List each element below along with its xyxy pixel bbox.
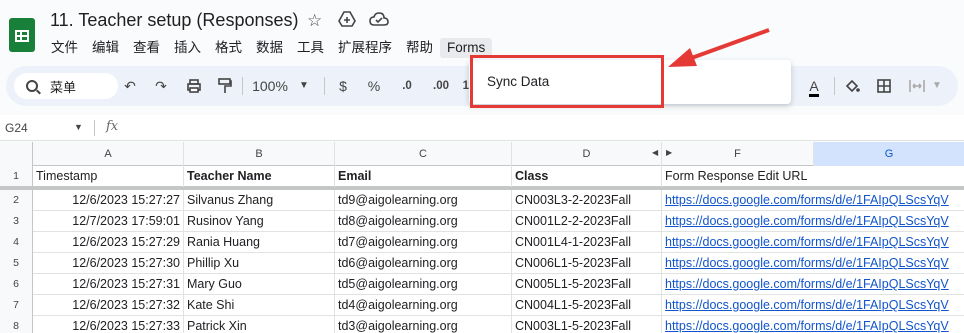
- annotation-arrow: [668, 28, 770, 67]
- sheets-window: 11. Teacher setup (Responses) ☆ 文件 编辑 查看…: [0, 0, 964, 333]
